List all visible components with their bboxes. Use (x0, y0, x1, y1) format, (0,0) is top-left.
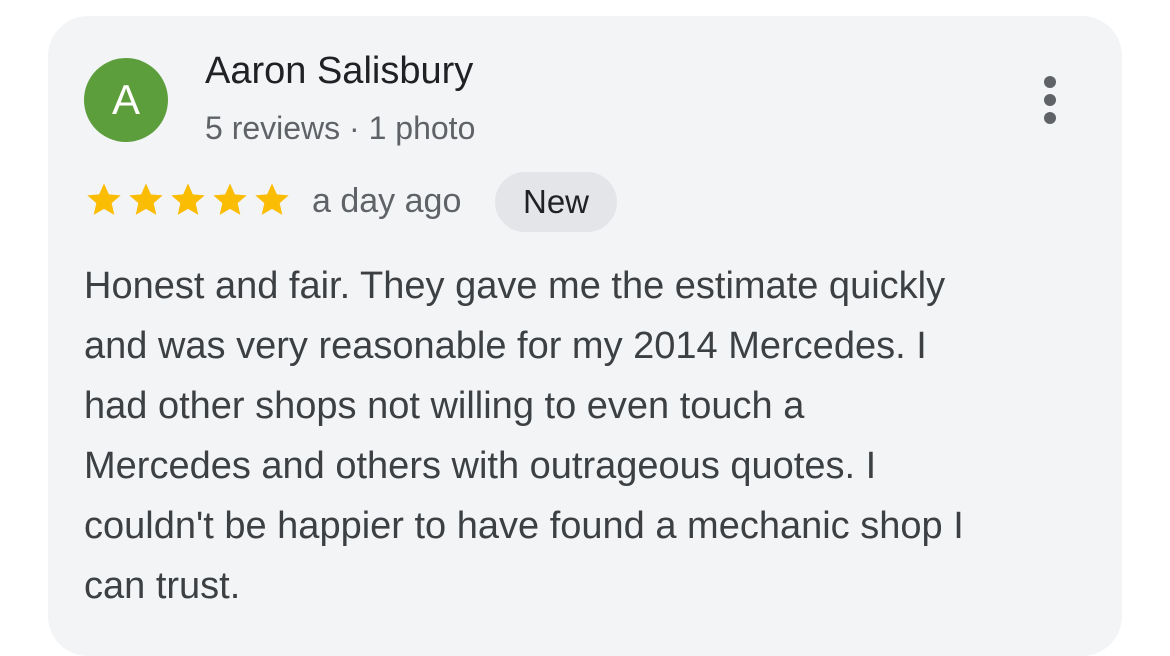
review-date: a day ago (312, 182, 462, 220)
avatar-initial: A (111, 76, 140, 123)
star-rating (84, 180, 292, 220)
review-text-line: and was very reasonable for my 2014 Merc… (84, 325, 927, 367)
more-options-button[interactable] (1026, 70, 1074, 130)
avatar[interactable]: A (84, 58, 168, 142)
review-text-line: Honest and fair. They gave me the estima… (84, 265, 946, 307)
more-vert-icon (1044, 76, 1056, 88)
review-text-line: Mercedes and others with outrageous quot… (84, 445, 877, 487)
more-vert-icon-dot (1044, 94, 1056, 106)
review-text: Honest and fair. They gave me the estima… (84, 256, 1094, 616)
star-icon (126, 180, 166, 220)
review-text-line: couldn't be happier to have found a mech… (84, 505, 964, 547)
new-badge: New (495, 172, 617, 232)
more-vert-icon-dot (1044, 112, 1056, 124)
star-icon (84, 180, 124, 220)
review-text-line: had other shops not willing to even touc… (84, 385, 805, 427)
star-icon (168, 180, 208, 220)
review-text-line: can trust. (84, 565, 241, 607)
author-review-count: 5 reviews · 1 photo (205, 110, 476, 146)
author-name[interactable]: Aaron Salisbury (205, 50, 473, 93)
star-icon (210, 180, 250, 220)
star-icon (252, 180, 292, 220)
